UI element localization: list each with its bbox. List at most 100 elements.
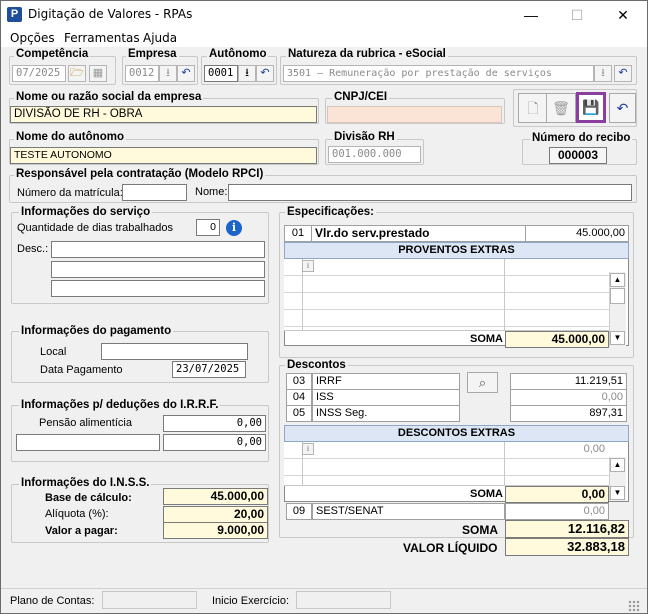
empresa-nome-label: Nome ou razão social da empresa: [14, 91, 204, 103]
natureza-field[interactable]: 3501 – Remuneração por prestação de serv…: [283, 65, 594, 82]
competencia-field[interactable]: 07/2025: [12, 65, 66, 82]
cnpj-label: CNPJ/CEI: [332, 91, 390, 103]
valor-pagar-field[interactable]: 9.000,00: [163, 522, 268, 539]
autonomo-label: Autônomo: [207, 48, 269, 60]
proventos-soma-label: SOMA: [470, 333, 503, 345]
download-icon[interactable]: ⭳: [302, 443, 314, 455]
autonomo-nome-label: Nome do autônomo: [14, 131, 126, 143]
desc-field-1[interactable]: [51, 241, 265, 258]
minimize-button[interactable]: —: [508, 1, 554, 29]
local-field[interactable]: [101, 343, 248, 360]
sest-value: 0,00: [505, 503, 609, 520]
empresa-label: Empresa: [126, 48, 179, 60]
desconto-name: IRRF: [312, 373, 460, 390]
nome-label: Nome:: [195, 186, 228, 198]
folder-icon[interactable]: 🗁: [68, 65, 86, 82]
new-document-icon[interactable]: 🗋: [518, 93, 548, 123]
resize-grip-icon[interactable]: [628, 600, 640, 612]
matricula-field[interactable]: [122, 184, 187, 201]
proventos-extras-rows[interactable]: [284, 259, 609, 331]
desconto-value: 0,00: [510, 389, 627, 406]
desc-label: Desc.:: [17, 243, 49, 255]
scroll-down-icon[interactable]: ▼: [610, 331, 625, 345]
plano-contas-label: Plano de Contas:: [10, 595, 95, 607]
competencia-label: Competência: [14, 48, 91, 60]
descontos-label: Descontos: [285, 359, 348, 371]
info-icon[interactable]: i: [226, 220, 242, 236]
desconto-code: 03: [286, 373, 312, 390]
proventos-extras-header: PROVENTOS EXTRAS: [284, 242, 629, 259]
pagamento-label: Informações do pagamento: [19, 325, 174, 337]
dias-field[interactable]: 0: [196, 219, 220, 236]
divisao-rh-field[interactable]: 001.000.000: [328, 146, 421, 163]
autonomo-nome-field[interactable]: TESTE AUTONOMO: [10, 147, 317, 164]
deducao-outro-desc[interactable]: [16, 434, 160, 451]
descontos-soma-label: SOMA: [470, 488, 503, 500]
total-soma-label: SOMA: [462, 523, 498, 537]
desc-field-2[interactable]: [51, 261, 265, 278]
menu-opcoes[interactable]: Opções: [10, 31, 55, 45]
servico-label: Informações do serviço: [19, 206, 153, 218]
undo-icon[interactable]: ↶: [256, 65, 274, 82]
window-title: Digitação de Valores - RPAs: [28, 7, 193, 21]
matricula-label: Número da matrícula:: [17, 187, 123, 199]
desconto-name: INSS Seg.: [312, 405, 460, 422]
menu-ferramentas[interactable]: Ferramentas: [64, 31, 140, 45]
natureza-label: Natureza da rubrica - eSocial: [286, 48, 448, 60]
sest-name: SEST/SENAT: [312, 503, 505, 520]
menu-ajuda[interactable]: Ajuda: [143, 31, 177, 45]
data-pagamento-field[interactable]: 23/07/2025: [172, 361, 246, 378]
scroll-thumb[interactable]: [610, 288, 625, 304]
download-icon[interactable]: ⭳: [594, 65, 612, 82]
save-icon[interactable]: 💾: [576, 92, 606, 123]
download-icon[interactable]: ⭳: [302, 260, 314, 272]
download-icon[interactable]: ⭳: [238, 65, 256, 82]
descontos-extras-value: 0,00: [583, 443, 605, 455]
recibo-label: Número do recibo: [530, 132, 633, 144]
desconto-code: 04: [286, 389, 312, 406]
local-label: Local: [40, 346, 67, 358]
base-calculo-field[interactable]: 45.000,00: [163, 488, 268, 505]
desconto-value: 11.219,51: [510, 373, 627, 390]
recibo-field: 000003: [549, 147, 607, 164]
calendar-icon[interactable]: ▦: [89, 65, 107, 82]
descontos-extras-header: DESCONTOS EXTRAS: [284, 425, 629, 442]
nome-field[interactable]: [228, 184, 632, 201]
desconto-code: 05: [286, 405, 312, 422]
close-button[interactable]: ✕: [600, 1, 646, 29]
undo-icon[interactable]: ↶: [609, 93, 636, 123]
download-icon[interactable]: ⭳: [159, 65, 177, 82]
delete-icon[interactable]: 🗑: [546, 93, 576, 123]
proventos-soma-value: 45.000,00: [505, 331, 609, 348]
cnpj-field[interactable]: [327, 106, 502, 123]
aliquota-label: Alíquota (%):: [45, 508, 109, 520]
aliquota-field[interactable]: 20,00: [163, 506, 268, 523]
data-pagamento-label: Data Pagamento: [40, 364, 123, 376]
base-calculo-label: Base de cálculo:: [45, 492, 132, 504]
autonomo-field[interactable]: 0001: [204, 65, 238, 82]
search-icon[interactable]: ⌕: [467, 372, 498, 393]
proventos-main-code: 01: [284, 225, 312, 242]
desc-field-3[interactable]: [51, 280, 265, 297]
scroll-up-icon[interactable]: ▲: [610, 458, 625, 472]
scroll-down-icon[interactable]: ▼: [610, 486, 625, 500]
undo-icon[interactable]: ↶: [177, 65, 195, 82]
undo-icon[interactable]: ↶: [614, 65, 632, 82]
pensao-field[interactable]: 0,00: [163, 415, 266, 432]
total-soma-value: 12.116,82: [505, 520, 629, 538]
irrf-deducoes-label: Informações p/ deduções do I.R.R.F.: [19, 399, 221, 411]
app-logo-icon: P: [7, 7, 22, 22]
pensao-label: Pensão alimentícia: [39, 417, 132, 429]
empresa-nome-field[interactable]: DIVISÃO DE RH - OBRA: [10, 106, 317, 123]
descontos-soma-value: 0,00: [505, 486, 609, 503]
scroll-up-icon[interactable]: ▲: [610, 273, 625, 287]
valor-pagar-label: Valor a pagar:: [45, 525, 118, 537]
empresa-field[interactable]: 0012: [125, 65, 159, 82]
responsavel-label: Responsável pela contratação (Modelo RPC…: [14, 168, 266, 180]
maximize-button[interactable]: ☐: [554, 1, 600, 29]
deducao-outro-field[interactable]: 0,00: [163, 434, 266, 451]
inicio-exercicio-label: Inicio Exercício:: [212, 595, 290, 607]
plano-contas-value: [102, 591, 197, 609]
inicio-exercicio-value: [296, 591, 391, 609]
valor-liquido-label: VALOR LÍQUIDO: [403, 541, 498, 555]
